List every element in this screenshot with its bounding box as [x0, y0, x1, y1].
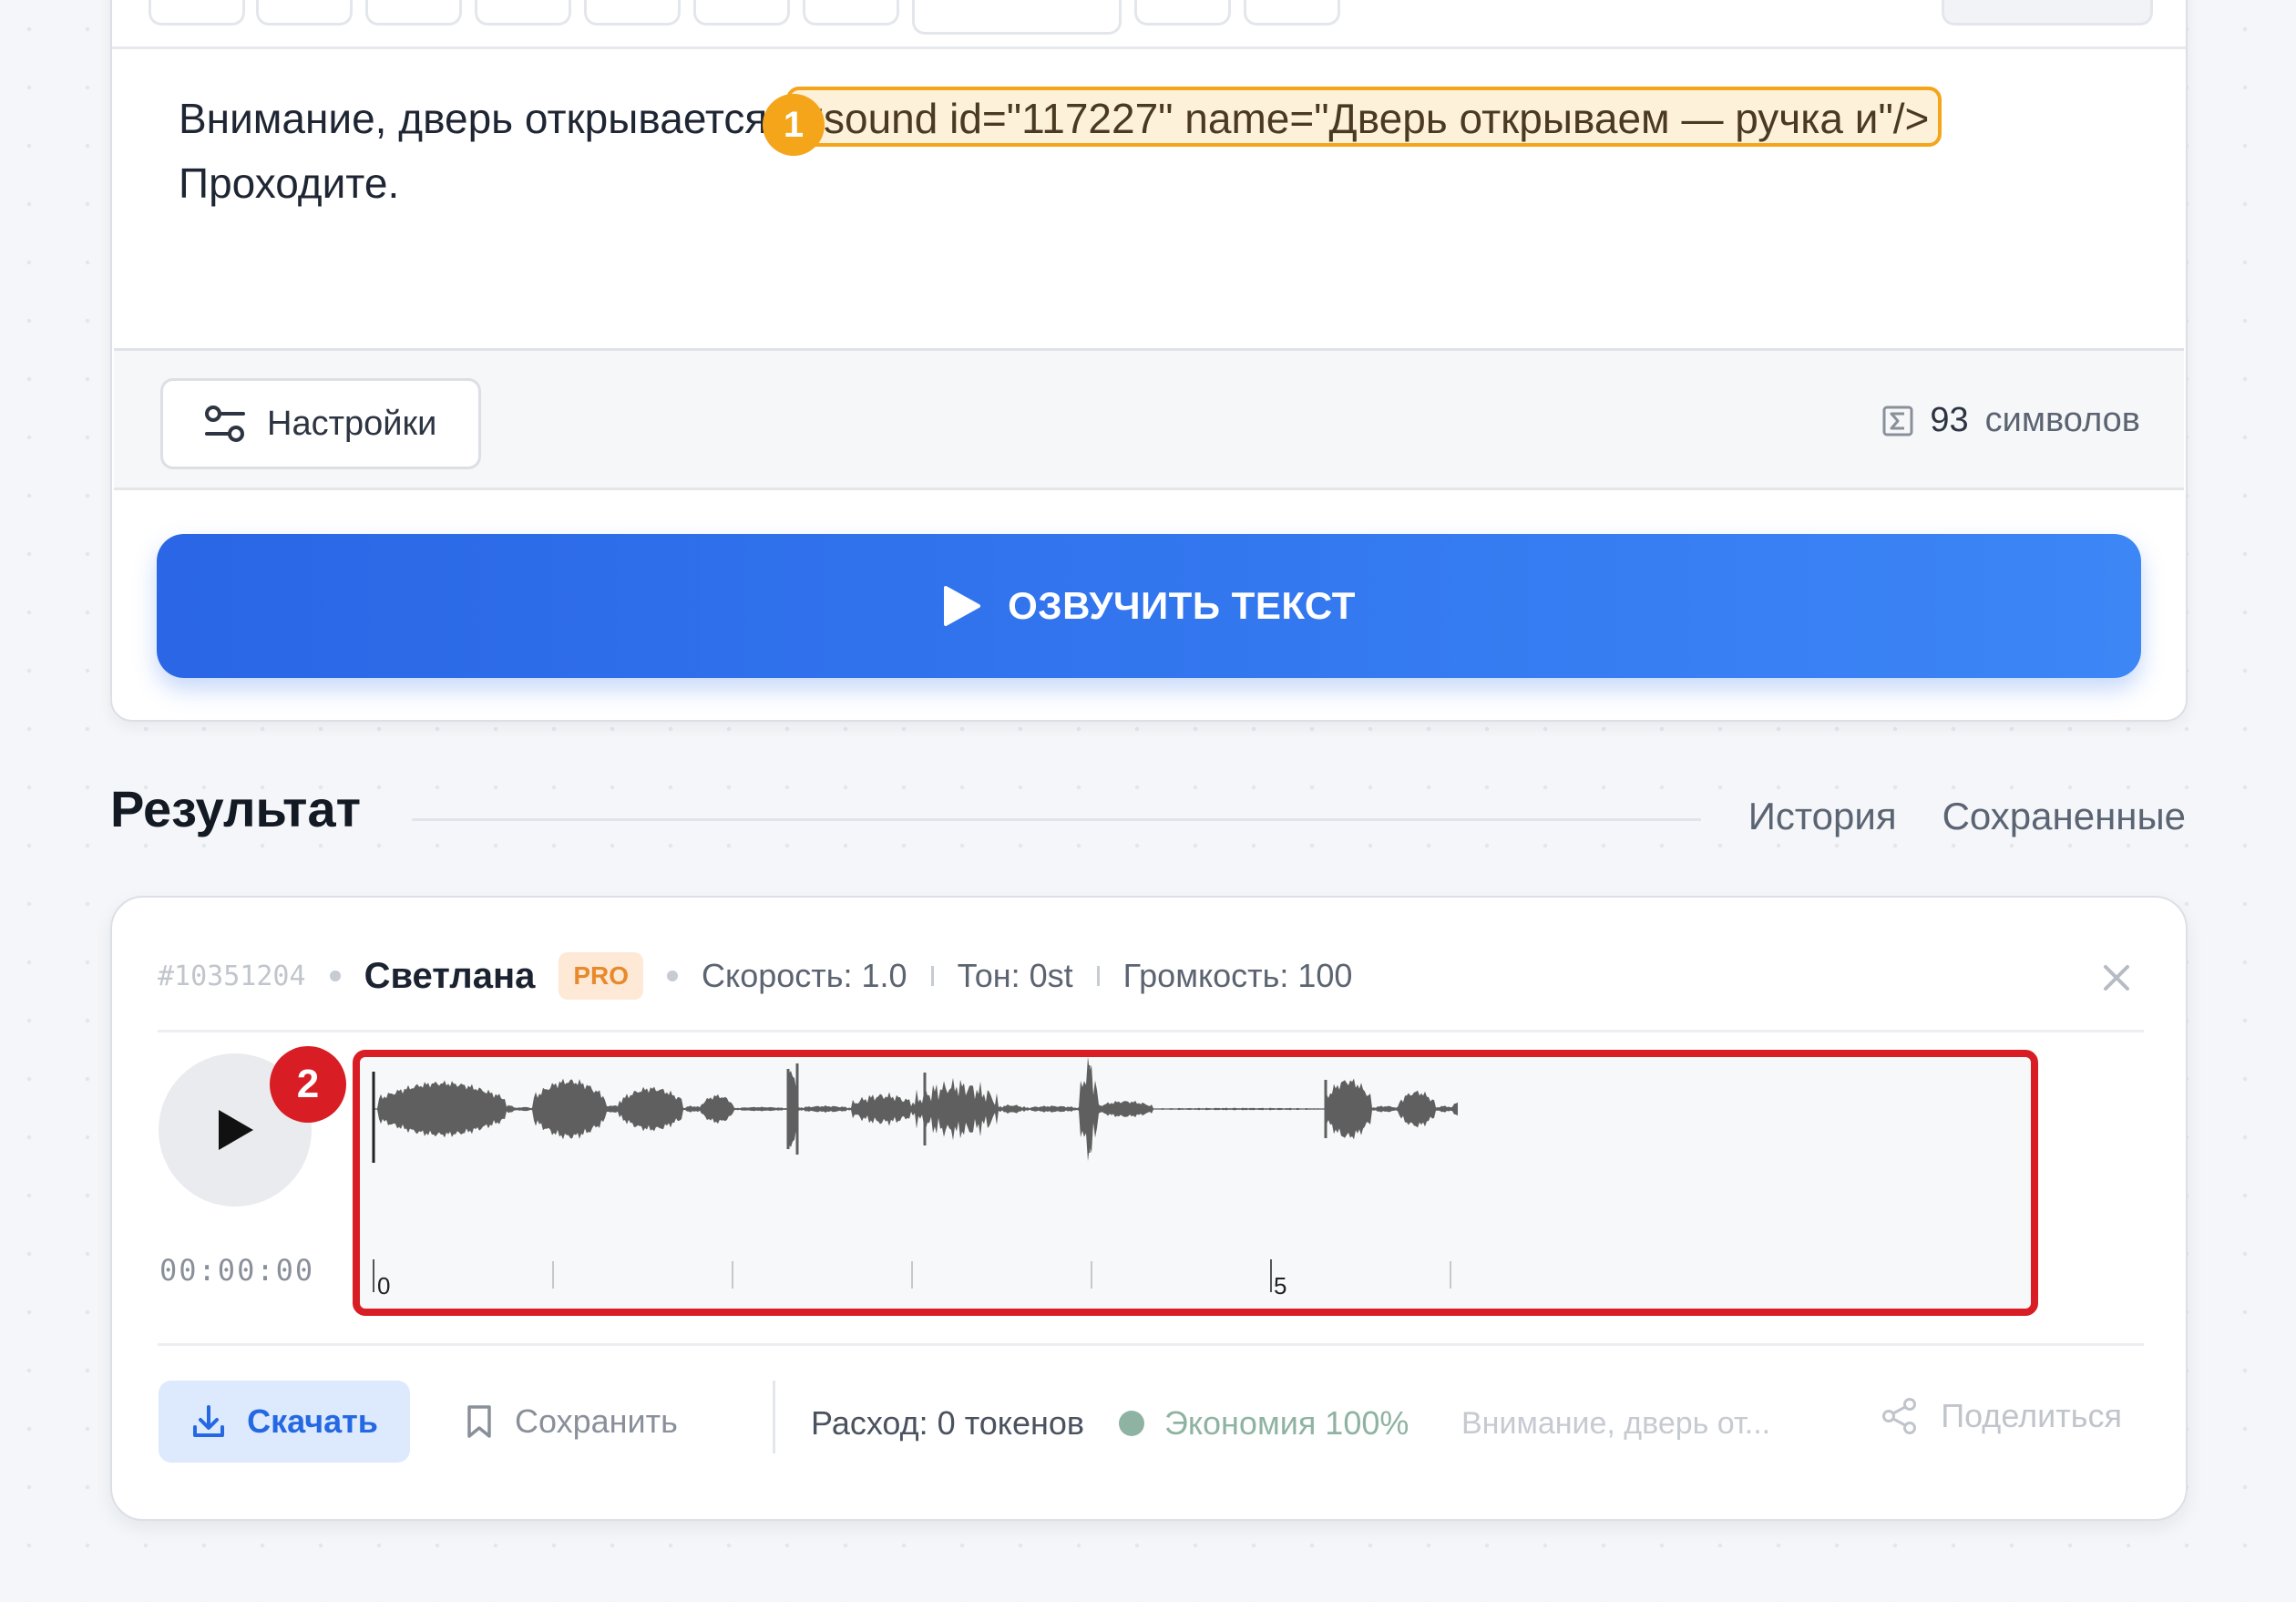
toolbar-button-right[interactable] [1942, 0, 2153, 26]
settings-row: Настройки 93 символов [114, 348, 2184, 490]
speak-button-label: ОЗВУЧИТЬ ТЕКСТ [1008, 584, 1356, 627]
sliders-icon [205, 406, 245, 442]
editor-text: Внимание, дверь открывается. [179, 95, 780, 142]
editor-card: Внимание, дверь открывается. <sound id="1… [110, 0, 2188, 722]
toolbar-button[interactable] [1134, 0, 1231, 26]
separator-dot [329, 970, 341, 981]
pro-badge: PRO [559, 952, 644, 1000]
speed-value: Скорость: 1.0 [702, 957, 907, 994]
share-icon [1882, 1398, 1917, 1434]
close-icon[interactable] [2100, 961, 2133, 994]
text-editor[interactable]: Внимание, дверь открывается. <sound id="1… [112, 49, 2186, 375]
usage-text: Расход: 0 токенов [811, 1404, 1085, 1442]
toolbar-button[interactable] [584, 0, 681, 26]
divider [158, 1343, 2144, 1346]
economy-text: Экономия 100% [1164, 1404, 1409, 1442]
toolbar-button[interactable] [365, 0, 462, 26]
result-card: #10351204 Светлана PRO Скорость: 1.0 Тон… [110, 896, 2188, 1521]
result-meta: #10351204 Светлана PRO Скорость: 1.0 Тон… [158, 952, 1352, 1000]
separator-dot [667, 970, 679, 981]
voice-name: Светлана [364, 955, 536, 996]
separator-bar [930, 966, 934, 986]
playback-time: 00:00:00 [159, 1253, 315, 1288]
toolbar-button[interactable] [256, 0, 353, 26]
editor-text-line-2: Проходите. [179, 159, 400, 207]
toolbar-button[interactable] [1244, 0, 1340, 26]
toolbar [112, 0, 2186, 49]
text-line-1: Внимание, дверь открывается. <sound id="1… [179, 86, 1942, 151]
toolbar-button[interactable] [693, 0, 790, 26]
tab-history[interactable]: История [1748, 795, 1897, 838]
settings-label: Настройки [267, 404, 437, 443]
timeline-ticks [373, 1259, 1451, 1292]
bookmark-icon [467, 1405, 491, 1438]
divider [158, 1030, 2144, 1032]
result-title: Результат [110, 780, 362, 837]
timeline-label-0: 0 [377, 1272, 390, 1299]
status-dot [1119, 1411, 1144, 1436]
timeline-label-5: 5 [1274, 1272, 1286, 1299]
toolbar-button[interactable] [803, 0, 899, 26]
speak-button[interactable]: ОЗВУЧИТЬ ТЕКСТ [157, 534, 2141, 678]
toolbar-button[interactable] [475, 0, 571, 26]
settings-button[interactable]: Настройки [160, 378, 481, 469]
result-id: #10351204 [158, 960, 306, 992]
economy-status: Экономия 100% [1119, 1404, 1409, 1443]
tab-saved[interactable]: Сохраненные [1942, 795, 2186, 838]
annotation-badge-1: 1 [763, 94, 825, 156]
tone-value: Тон: 0st [957, 957, 1073, 994]
share-label: Поделиться [1941, 1397, 2122, 1434]
waveform[interactable]: 0 5 [353, 1050, 2038, 1316]
sigma-icon [1882, 406, 1913, 436]
waveform-path [374, 1057, 1458, 1162]
waveform-graphic: 0 5 [372, 1057, 1458, 1299]
toolbar-button-active[interactable] [912, 0, 1122, 35]
download-label: Скачать [247, 1402, 378, 1440]
share-button[interactable]: Поделиться [1881, 1397, 2122, 1435]
play-icon [944, 586, 981, 626]
annotation-badge-2: 2 [270, 1046, 346, 1123]
char-count: 93 [1930, 401, 1969, 439]
toolbar-button[interactable] [149, 0, 245, 26]
separator-bar [1096, 966, 1100, 986]
result-tabs: История Сохраненные [1748, 795, 2186, 838]
save-label: Сохранить [515, 1402, 678, 1440]
download-button[interactable]: Скачать [159, 1381, 410, 1463]
waveform-shape [374, 1057, 1458, 1162]
divider [412, 818, 1701, 821]
save-button[interactable]: Сохранить [466, 1381, 678, 1463]
char-counter: 93 символов [1882, 401, 2140, 440]
text-preview: Внимание, дверь от... [1461, 1406, 1771, 1441]
sound-tag[interactable]: <sound id="117227" name="Дверь открываем… [786, 87, 1942, 147]
volume-value: Громкость: 100 [1122, 957, 1353, 994]
char-unit: символов [1984, 401, 2140, 439]
separator-bar [773, 1381, 775, 1453]
play-icon [219, 1110, 253, 1150]
download-icon [193, 1405, 225, 1437]
